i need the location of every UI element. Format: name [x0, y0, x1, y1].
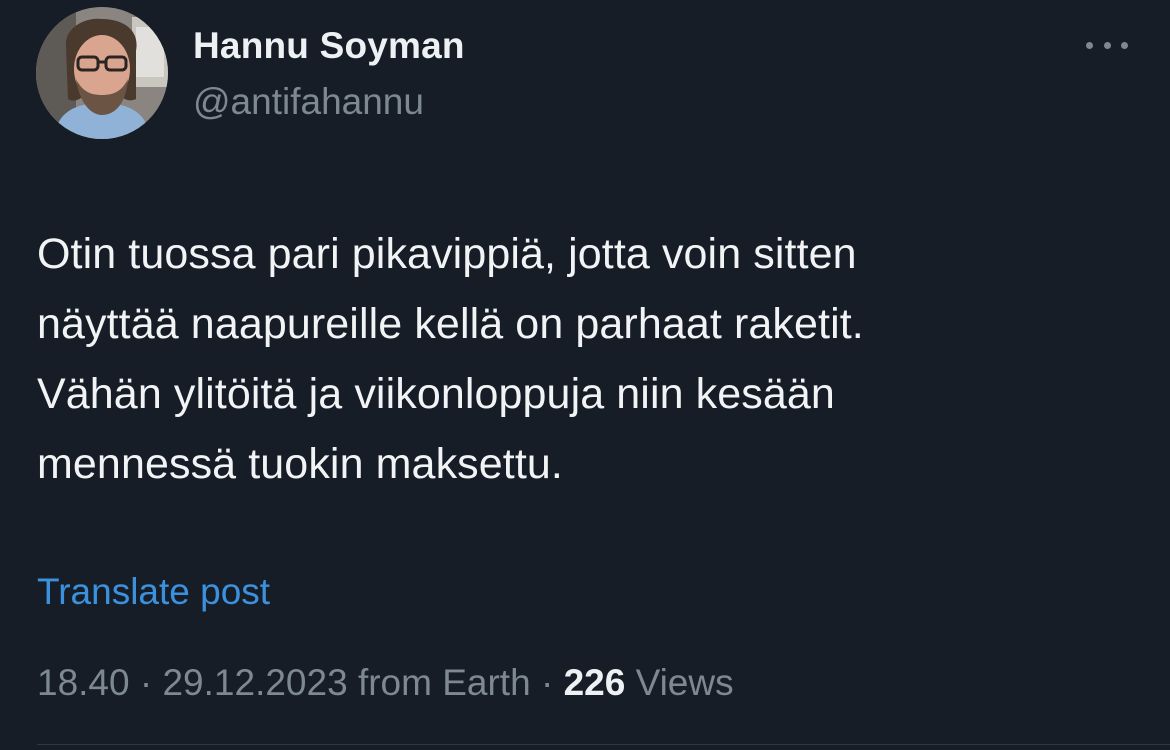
views-count: 226: [563, 662, 626, 703]
post-line: Otin tuossa pari pikavippiä, jotta voin …: [37, 230, 857, 278]
more-horizontal-icon: [1121, 41, 1128, 49]
more-horizontal-icon: [1103, 41, 1111, 49]
display-name[interactable]: Hannu Soyman: [193, 24, 465, 68]
post-source: from Earth: [357, 662, 531, 703]
meta-separator: ·: [540, 662, 554, 703]
post-metadata: 18.40 · 29.12.2023 from Earth · 226 View…: [37, 659, 734, 707]
post-date[interactable]: 29.12.2023: [162, 662, 347, 703]
views-label: Views: [635, 662, 734, 703]
more-options-button[interactable]: [1082, 30, 1132, 60]
divider: [37, 744, 1170, 745]
post-time[interactable]: 18.40: [37, 662, 130, 703]
post-text: Otin tuossa pari pikavippiä, jotta voin …: [37, 219, 1137, 499]
more-horizontal-icon: [1086, 41, 1093, 49]
post-line: mennessä tuokin maksettu.: [37, 440, 563, 488]
avatar[interactable]: [36, 7, 168, 139]
translate-post-link[interactable]: Translate post: [37, 568, 270, 616]
handle[interactable]: @antifahannu: [193, 80, 424, 124]
meta-separator: ·: [139, 662, 153, 703]
post-line: Vähän ylitöitä ja viikonloppuja niin kes…: [37, 370, 835, 418]
post-line: näyttää naapureille kellä on parhaat rak…: [37, 300, 864, 348]
